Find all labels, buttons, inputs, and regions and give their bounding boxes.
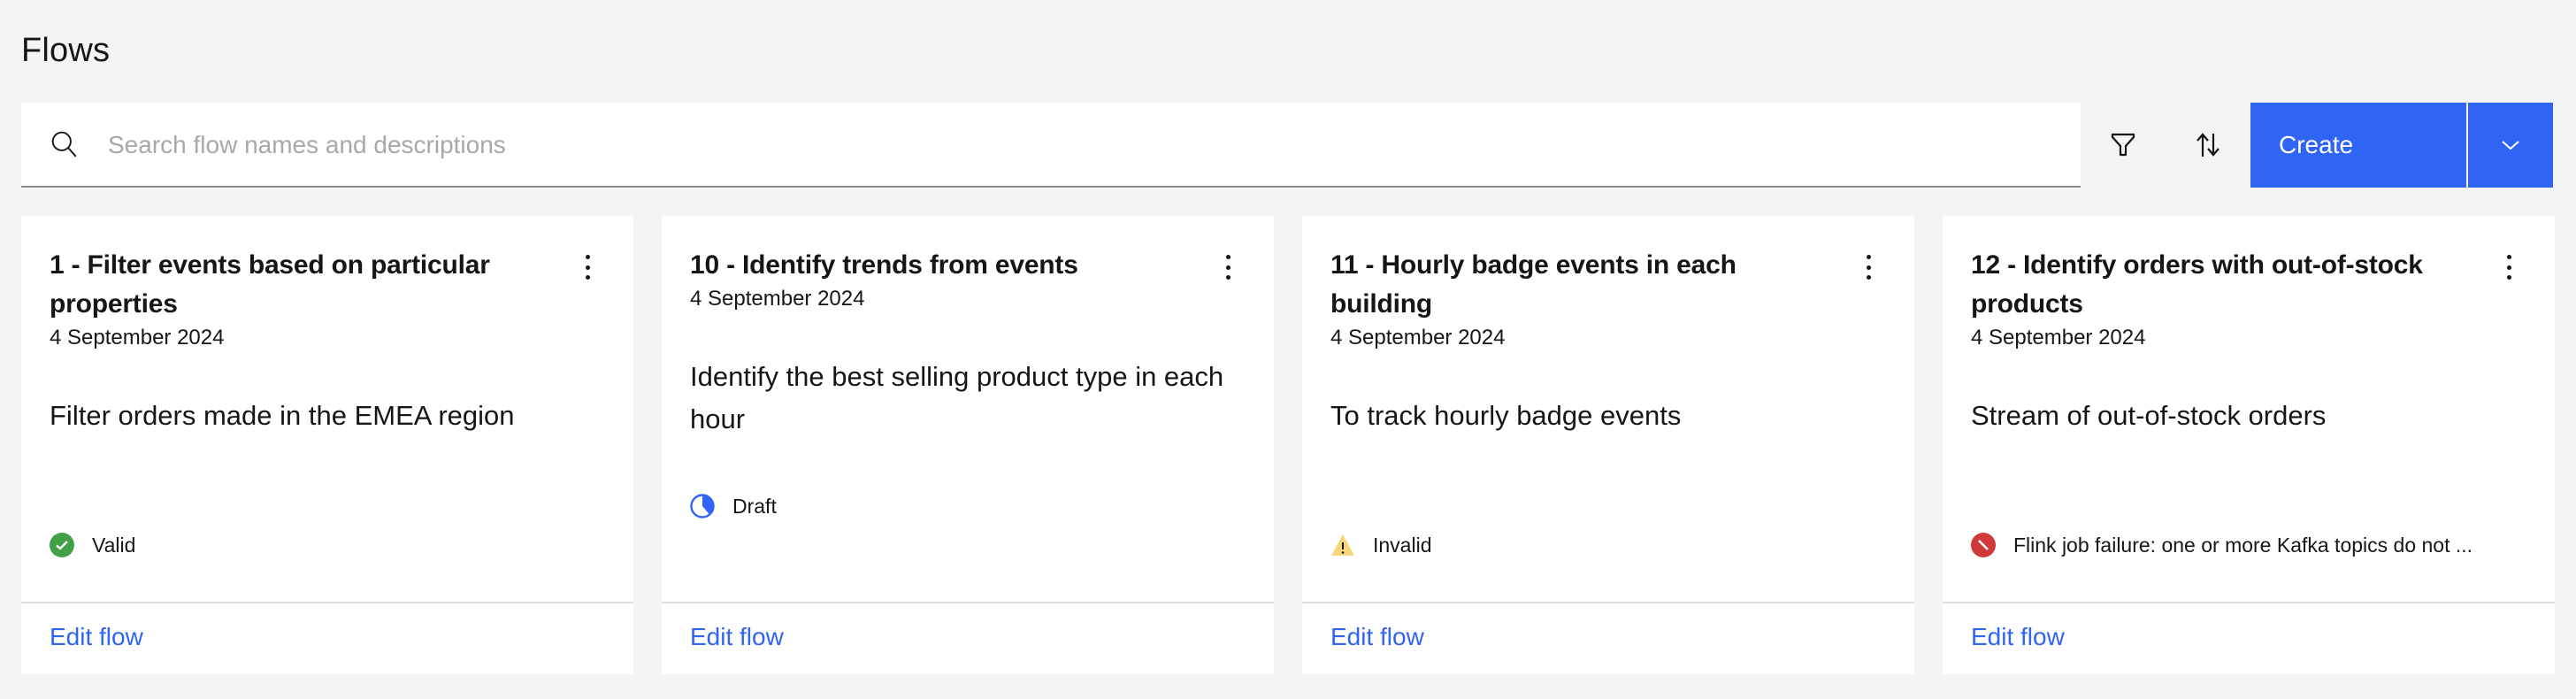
overflow-menu-button[interactable]: [1217, 255, 1238, 280]
overflow-menu-button[interactable]: [577, 255, 598, 280]
flow-description: Identify the best selling product type i…: [690, 361, 1224, 434]
sort-button[interactable]: [2166, 103, 2250, 188]
incomplete-icon: [690, 494, 715, 518]
status-badge: Invalid: [1330, 533, 1431, 557]
flow-description: Stream of out-of-stock orders: [1971, 400, 2327, 431]
flow-card: 10 - Identify trends from events 4 Septe…: [662, 216, 1274, 674]
edit-flow-link[interactable]: Edit flow: [690, 623, 784, 651]
toolbar: Create: [21, 103, 2553, 188]
chevron-down-icon: [2502, 141, 2519, 150]
filter-icon: [2111, 133, 2135, 157]
flow-card: 12 - Identify orders with out-of-stock p…: [1943, 216, 2555, 674]
flow-title: 12 - Identify orders with out-of-stock p…: [1971, 250, 2423, 319]
flow-description: Filter orders made in the EMEA region: [50, 400, 515, 431]
flow-title: 11 - Hourly badge events in each buildin…: [1330, 250, 1736, 319]
error-blocked-icon: [1971, 533, 1996, 557]
edit-flow-link[interactable]: Edit flow: [50, 623, 143, 651]
search-icon: [51, 131, 77, 157]
status-label: Valid: [92, 533, 136, 557]
sort-arrows-icon: [2196, 133, 2220, 157]
divider: [662, 602, 1274, 603]
overflow-menu-button[interactable]: [2498, 255, 2519, 280]
status-label: Flink job failure: one or more Kafka top…: [2013, 533, 2473, 557]
create-menu-button[interactable]: [2468, 103, 2553, 188]
checkmark-filled-icon: [50, 533, 74, 557]
status-label: Draft: [732, 494, 777, 518]
flow-date: 4 September 2024: [690, 287, 865, 311]
edit-flow-link[interactable]: Edit flow: [1971, 623, 2065, 651]
flow-title: 1 - Filter events based on particular pr…: [50, 250, 490, 319]
search-input[interactable]: [106, 103, 2056, 188]
status-badge: Draft: [690, 494, 777, 518]
warning-triangle-icon: [1331, 534, 1354, 556]
flow-cards: 1 - Filter events based on particular pr…: [21, 216, 2555, 674]
flow-card: 1 - Filter events based on particular pr…: [21, 216, 633, 674]
flow-date: 4 September 2024: [1971, 326, 2146, 350]
filter-button[interactable]: [2081, 103, 2166, 188]
flow-card: 11 - Hourly badge events in each buildin…: [1302, 216, 1914, 674]
status-badge: Valid: [50, 533, 135, 557]
status-label: Invalid: [1373, 533, 1432, 557]
divider: [21, 602, 633, 603]
search-field[interactable]: [21, 103, 2081, 188]
flow-date: 4 September 2024: [50, 326, 225, 350]
create-button[interactable]: Create: [2250, 103, 2466, 188]
overflow-menu-button[interactable]: [1858, 255, 1879, 280]
edit-flow-link[interactable]: Edit flow: [1330, 623, 1424, 651]
page-title: Flows: [21, 32, 111, 69]
flow-date: 4 September 2024: [1330, 326, 1506, 350]
status-badge: Flink job failure: one or more Kafka top…: [1971, 533, 2472, 557]
divider: [1302, 602, 1914, 603]
flow-title: 10 - Identify trends from events: [690, 250, 1078, 280]
divider: [1943, 602, 2555, 603]
flow-description: To track hourly badge events: [1330, 400, 1682, 431]
